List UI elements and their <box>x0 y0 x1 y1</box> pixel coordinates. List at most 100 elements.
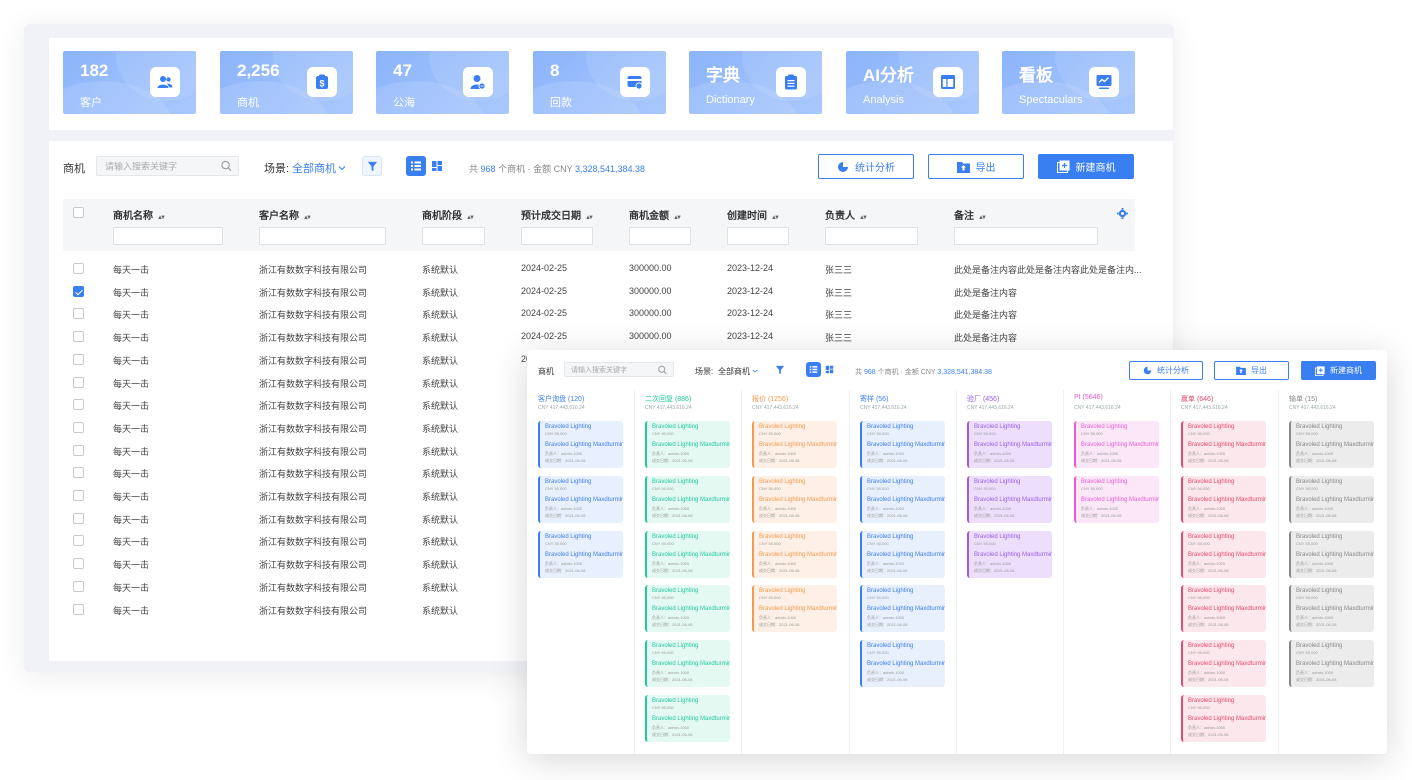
column-filter-input[interactable] <box>954 227 1098 245</box>
kanban-list-view-toggle[interactable] <box>806 362 821 377</box>
column-header[interactable]: 商机名称 ▲▼ <box>113 207 166 222</box>
kanban-card[interactable]: Bravoled Lighting CNY 50,000 Bravoled Ligh… <box>860 640 945 688</box>
row-checkbox[interactable] <box>73 558 84 570</box>
row-checkbox[interactable] <box>73 444 84 456</box>
column-filter-input[interactable] <box>259 227 386 245</box>
board-view-toggle[interactable] <box>427 156 447 176</box>
kanban-card[interactable]: Bravoled Lighting CNY 50,000 Bravoled Ligh… <box>752 530 837 578</box>
kanban-card[interactable]: Bravoled Lighting CNY 50,000 Bravoled Ligh… <box>1181 695 1266 742</box>
select-all-checkbox[interactable] <box>73 207 84 218</box>
kanban-card[interactable]: Bravoled Lighting CNY 50,000 Bravoled Ligh… <box>538 530 623 578</box>
new-opportunity-button[interactable]: 新建商机 <box>1038 154 1134 179</box>
column-header[interactable]: 客户名称 ▲▼ <box>259 207 312 222</box>
kanban-card[interactable]: Bravoled Lighting CNY 50,000 Bravoled Ligh… <box>860 421 945 468</box>
table-row[interactable]: 每天一击 浙江有数数字科技有限公司 系统默认 2024-02-25 300000.00 2… <box>63 303 1135 325</box>
stat-card[interactable]: AI分析 Analysis <box>846 51 979 114</box>
row-checkbox[interactable] <box>73 308 84 320</box>
kanban-card[interactable]: Bravoled Lighting CNY 50,000 Bravoled Ligh… <box>1289 640 1374 688</box>
kanban-search-input[interactable]: 请输入搜索关键字 <box>564 362 674 377</box>
column-filter-input[interactable] <box>422 227 485 245</box>
stat-card[interactable]: 8 回款 <box>533 51 666 114</box>
cell-customer: 浙江有数数字科技有限公司 <box>259 401 368 412</box>
stats-analysis-button[interactable]: 统计分析 <box>818 154 914 179</box>
kanban-card[interactable]: Bravoled Lighting CNY 50,000 Bravoled Ligh… <box>1181 530 1266 578</box>
cell-amount: 300000.00 <box>629 285 672 296</box>
column-filter-input[interactable] <box>629 227 691 245</box>
row-checkbox[interactable] <box>73 263 84 274</box>
kanban-board-view-toggle[interactable] <box>822 362 837 377</box>
kanban-scene-select[interactable]: 全部商机 <box>718 366 758 377</box>
stat-card[interactable]: 182 客户 <box>63 51 196 114</box>
row-checkbox[interactable] <box>73 331 84 343</box>
column-header[interactable]: 创建时间 ▲▼ <box>727 207 780 222</box>
stat-card[interactable]: 2,256 商机 $ <box>220 51 353 114</box>
row-checkbox[interactable] <box>73 376 84 388</box>
card-amount: CNY 50,000 <box>1081 431 1103 436</box>
kanban-card[interactable]: Bravoled Lighting CNY 50,000 Bravoled Ligh… <box>1181 421 1266 468</box>
kanban-card[interactable]: Bravoled Lighting CNY 50,000 Bravoled Ligh… <box>967 421 1052 468</box>
gear-icon[interactable] <box>1117 208 1128 219</box>
kanban-card[interactable]: Bravoled Lighting CNY 50,000 Bravoled Ligh… <box>1181 475 1266 523</box>
row-checkbox[interactable] <box>73 512 84 524</box>
row-checkbox[interactable] <box>73 353 84 365</box>
kanban-new-opportunity-button[interactable]: 新建商机 <box>1301 361 1376 380</box>
row-checkbox[interactable] <box>73 467 84 479</box>
list-view-toggle[interactable] <box>406 156 426 176</box>
kanban-card[interactable]: Bravoled Lighting CNY 50,000 Bravoled Ligh… <box>1289 585 1374 633</box>
kanban-stats-analysis-button[interactable]: 统计分析 <box>1129 361 1203 380</box>
row-checkbox[interactable] <box>73 399 84 411</box>
kanban-card[interactable]: Bravoled Lighting CNY 50,000 Bravoled Ligh… <box>645 475 730 523</box>
kanban-card[interactable]: Bravoled Lighting CNY 50,000 Bravoled Ligh… <box>1181 640 1266 688</box>
row-checkbox[interactable] <box>73 490 84 501</box>
kanban-card[interactable]: Bravoled Lighting CNY 50,000 Bravoled Ligh… <box>645 695 730 742</box>
kanban-card[interactable]: Bravoled Lighting CNY 50,000 Bravoled Ligh… <box>538 421 623 468</box>
column-filter-input[interactable] <box>113 227 223 245</box>
kanban-card[interactable]: Bravoled Lighting CNY 50,000 Bravoled Ligh… <box>538 475 623 523</box>
stat-card[interactable]: 字典 Dictionary <box>689 51 822 114</box>
row-checkbox[interactable] <box>73 535 84 547</box>
filter-button[interactable] <box>362 156 382 176</box>
kanban-export-button[interactable]: 导出 <box>1214 361 1289 380</box>
filter-icon[interactable] <box>775 365 785 375</box>
column-header[interactable]: 商机阶段 ▲▼ <box>422 207 475 222</box>
stat-card[interactable]: 47 公海 <box>376 51 509 114</box>
column-header[interactable]: 预计成交日期 ▲▼ <box>521 207 594 222</box>
column-filter-input[interactable] <box>727 227 789 245</box>
column-filter-input[interactable] <box>521 227 593 245</box>
column-header[interactable]: 备注 ▲▼ <box>954 207 987 222</box>
row-checkbox[interactable] <box>73 285 84 297</box>
scene-select[interactable]: 全部商机 <box>292 160 346 176</box>
row-checkbox[interactable] <box>73 580 84 592</box>
table-row[interactable]: 每天一击 浙江有数数字科技有限公司 系统默认 2024-02-25 300000.00 2… <box>63 326 1135 348</box>
kanban-card[interactable]: Bravoled Lighting CNY 50,000 Bravoled Ligh… <box>752 475 837 523</box>
column-filter-input[interactable] <box>825 227 918 245</box>
export-button[interactable]: 导出 <box>928 154 1024 179</box>
kanban-card[interactable]: Bravoled Lighting CNY 50,000 Bravoled Ligh… <box>1289 475 1374 523</box>
kanban-card[interactable]: Bravoled Lighting CNY 50,000 Bravoled Ligh… <box>967 530 1052 578</box>
column-header[interactable]: 商机金额 ▲▼ <box>629 207 682 222</box>
cell-name: 每天一击 <box>113 310 150 321</box>
kanban-card[interactable]: Bravoled Lighting CNY 50,000 Bravoled Ligh… <box>1074 421 1159 468</box>
kanban-card[interactable]: Bravoled Lighting CNY 50,000 Bravoled Ligh… <box>1181 585 1266 633</box>
column-header-label: 商机名称 <box>113 211 153 222</box>
kanban-card[interactable]: Bravoled Lighting CNY 50,000 Bravoled Ligh… <box>860 530 945 578</box>
row-checkbox[interactable] <box>73 603 84 615</box>
kanban-card[interactable]: Bravoled Lighting CNY 50,000 Bravoled Ligh… <box>645 530 730 578</box>
stat-card[interactable]: 看板 Spectaculars <box>1002 51 1135 114</box>
kanban-card[interactable]: Bravoled Lighting CNY 50,000 Bravoled Ligh… <box>645 421 730 468</box>
kanban-card[interactable]: Bravoled Lighting CNY 50,000 Bravoled Ligh… <box>1074 475 1159 523</box>
table-row[interactable]: 每天一击 浙江有数数字科技有限公司 系统默认 2024-02-25 300000.00 2… <box>63 258 1142 280</box>
row-checkbox[interactable] <box>73 421 84 433</box>
kanban-card[interactable]: Bravoled Lighting CNY 50,000 Bravoled Ligh… <box>1289 530 1374 578</box>
kanban-card[interactable]: Bravoled Lighting CNY 50,000 Bravoled Ligh… <box>645 585 730 633</box>
table-row[interactable]: 每天一击 浙江有数数字科技有限公司 系统默认 2024-02-25 300000.00 2… <box>63 281 1135 303</box>
kanban-card[interactable]: Bravoled Lighting CNY 50,000 Bravoled Ligh… <box>860 585 945 633</box>
kanban-card[interactable]: Bravoled Lighting CNY 50,000 Bravoled Ligh… <box>1289 421 1374 468</box>
kanban-card[interactable]: Bravoled Lighting CNY 50,000 Bravoled Ligh… <box>752 421 837 468</box>
kanban-card[interactable]: Bravoled Lighting CNY 50,000 Bravoled Ligh… <box>645 640 730 688</box>
search-input[interactable]: 请输入搜索关键字 <box>96 156 239 176</box>
kanban-card[interactable]: Bravoled Lighting CNY 50,000 Bravoled Ligh… <box>967 475 1052 523</box>
kanban-card[interactable]: Bravoled Lighting CNY 50,000 Bravoled Ligh… <box>860 475 945 523</box>
kanban-card[interactable]: Bravoled Lighting CNY 50,000 Bravoled Ligh… <box>752 585 837 633</box>
column-header[interactable]: 负责人 ▲▼ <box>825 207 868 222</box>
